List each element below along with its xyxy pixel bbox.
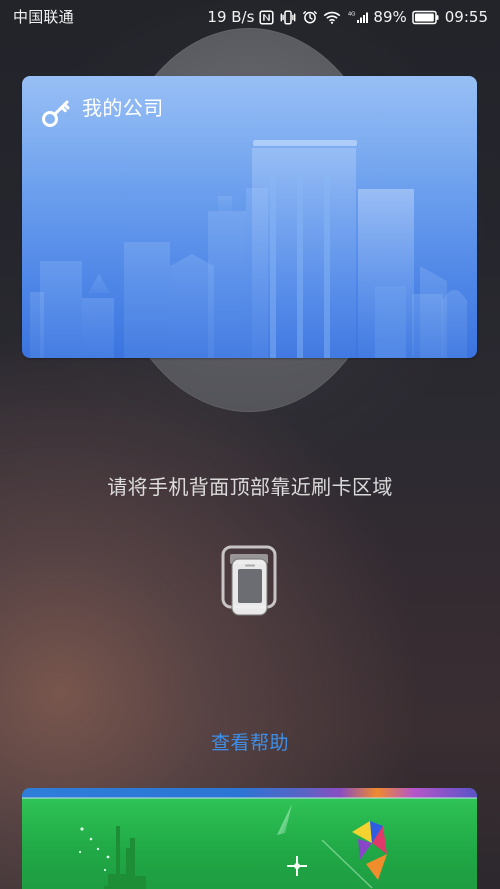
clock-time: 09:55: [444, 8, 488, 26]
transit-card-preview[interactable]: [22, 788, 477, 889]
network-type-label: 4G: [348, 11, 355, 17]
wifi-icon: [323, 10, 341, 25]
nfc-icon: [259, 9, 274, 25]
vibrate-icon: [279, 10, 297, 25]
carrier-name: 中国联通: [13, 8, 74, 26]
alarm-icon: [302, 9, 318, 25]
access-card[interactable]: 我的公司: [22, 76, 477, 358]
battery-icon: [412, 10, 440, 25]
signal-icon: 4G: [346, 9, 369, 25]
help-link[interactable]: 查看帮助: [0, 728, 500, 758]
battery-percentage: 89%: [373, 8, 407, 26]
tap-instruction: 请将手机背面顶部靠近刷卡区域: [107, 475, 393, 499]
key-icon: [40, 96, 74, 130]
phone-icon: [219, 542, 281, 620]
access-card-title: 我的公司: [82, 96, 164, 120]
transit-card-artwork: [22, 788, 477, 889]
